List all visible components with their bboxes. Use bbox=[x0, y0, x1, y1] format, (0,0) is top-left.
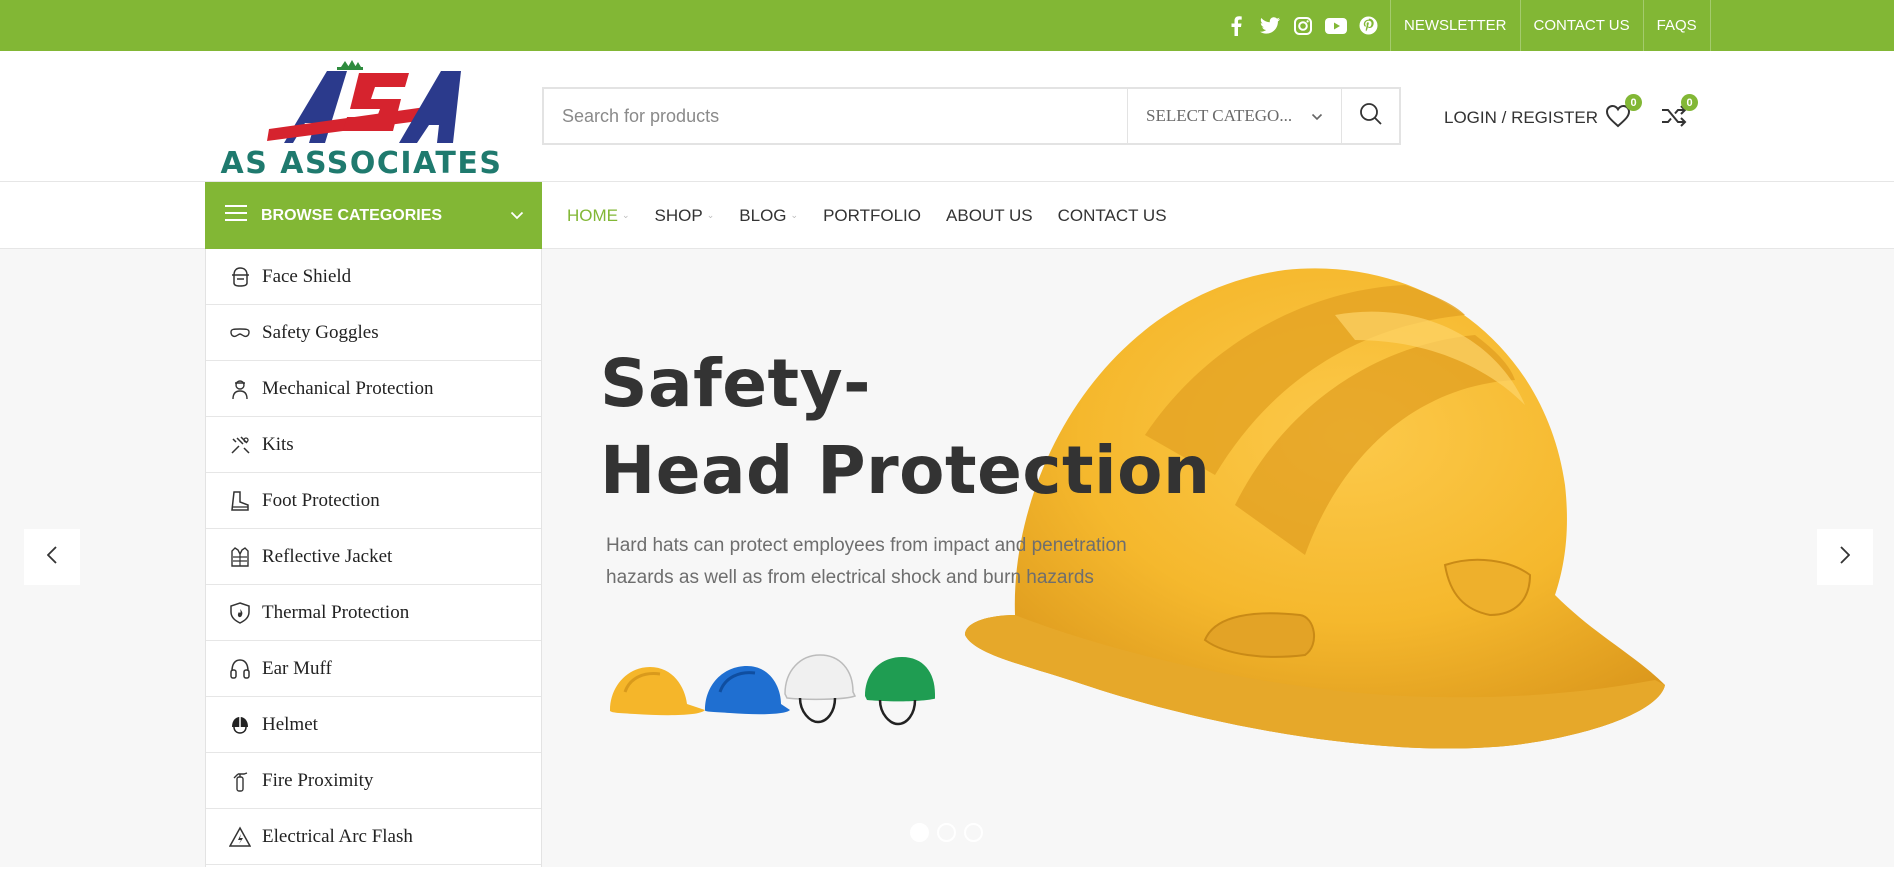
site-header: AS ASSOCIATES SELECT CATEGO... LOGIN / R… bbox=[0, 51, 1894, 182]
category-select-label: SELECT CATEGO... bbox=[1146, 106, 1293, 125]
browse-categories-label: BROWSE CATEGORIES bbox=[261, 206, 443, 224]
pinterest-icon[interactable] bbox=[1357, 14, 1380, 37]
site-logo[interactable]: AS ASSOCIATES bbox=[209, 59, 514, 181]
face-shield-icon bbox=[228, 265, 252, 289]
top-bar: NEWSLETTER CONTACT US FAQS bbox=[0, 0, 1894, 51]
compare-button[interactable]: 0 bbox=[1660, 94, 1698, 134]
category-item-ear-muff[interactable]: Ear Muff bbox=[206, 641, 541, 697]
category-label: Thermal Protection bbox=[262, 601, 410, 623]
slider-prev-button[interactable] bbox=[24, 529, 80, 585]
category-item-face-shield[interactable]: Face Shield bbox=[206, 249, 541, 305]
main-navbar: BROWSE CATEGORIES HOME ⌄ SHOP ⌄ BLOG ⌄ PORT… bbox=[0, 182, 1894, 249]
category-label: Helmet bbox=[262, 713, 318, 735]
logo-name: AS ASSOCIATES bbox=[220, 146, 503, 181]
newsletter-link[interactable]: NEWSLETTER bbox=[1390, 0, 1520, 51]
menu-item-label: ABOUT US bbox=[946, 205, 1033, 225]
login-register-link[interactable]: LOGIN / REGISTER bbox=[1444, 108, 1598, 128]
main-menu: HOME ⌄ SHOP ⌄ BLOG ⌄ PORTFOLIO ABOUT US CON… bbox=[567, 182, 1192, 249]
category-item-helmet[interactable]: Helmet bbox=[206, 697, 541, 753]
category-item-safety-goggles[interactable]: Safety Goggles bbox=[206, 305, 541, 361]
search-bar: SELECT CATEGO... bbox=[542, 87, 1401, 145]
category-item-reflective-jacket[interactable]: Reflective Jacket bbox=[206, 529, 541, 585]
goggles-icon bbox=[228, 321, 252, 345]
menu-item-label: SHOP bbox=[654, 205, 703, 225]
hamburger-icon bbox=[225, 205, 247, 226]
category-label: Reflective Jacket bbox=[262, 545, 393, 567]
slider-dot-2[interactable] bbox=[937, 823, 956, 842]
hero-title-line-1: Safety- bbox=[600, 345, 872, 422]
shuffle-icon bbox=[1660, 105, 1688, 134]
chevron-down-icon bbox=[1311, 106, 1323, 126]
worker-icon bbox=[228, 377, 252, 401]
category-label: Foot Protection bbox=[262, 489, 380, 511]
slider-next-button[interactable] bbox=[1817, 529, 1873, 585]
twitter-icon[interactable] bbox=[1258, 14, 1281, 37]
slider-dot-3[interactable] bbox=[964, 823, 983, 842]
category-item-mechanical-protection[interactable]: Mechanical Protection bbox=[206, 361, 541, 417]
category-label: Ear Muff bbox=[262, 657, 332, 679]
category-item-foot-protection[interactable]: Foot Protection bbox=[206, 473, 541, 529]
wishlist-button[interactable]: 0 bbox=[1604, 94, 1642, 134]
chevron-down-icon: ⌄ bbox=[622, 210, 630, 220]
extinguisher-icon bbox=[228, 769, 252, 793]
chevron-right-icon bbox=[1840, 545, 1851, 569]
search-icon bbox=[1359, 102, 1383, 131]
menu-item-label: PORTFOLIO bbox=[823, 205, 922, 225]
search-button[interactable] bbox=[1341, 89, 1399, 143]
menu-item-contact-us[interactable]: CONTACT US bbox=[1058, 206, 1167, 226]
chevron-down-icon bbox=[510, 207, 524, 225]
category-item-fire-proximity[interactable]: Fire Proximity bbox=[206, 753, 541, 809]
browse-categories-button[interactable]: BROWSE CATEGORIES bbox=[205, 182, 542, 249]
kit-icon bbox=[228, 433, 252, 457]
instagram-icon[interactable] bbox=[1291, 14, 1314, 37]
category-label: Mechanical Protection bbox=[262, 377, 434, 399]
menu-item-portfolio[interactable]: PORTFOLIO bbox=[823, 206, 921, 226]
category-item-electrical-arc-flash[interactable]: Electrical Arc Flash bbox=[206, 809, 541, 865]
youtube-icon[interactable] bbox=[1324, 14, 1347, 37]
category-select[interactable]: SELECT CATEGO... bbox=[1127, 89, 1341, 143]
search-input[interactable] bbox=[544, 89, 1127, 143]
menu-item-label: HOME bbox=[567, 205, 618, 225]
top-links: NEWSLETTER CONTACT US FAQS bbox=[1390, 0, 1711, 51]
category-label: Face Shield bbox=[262, 265, 352, 287]
ear-muff-icon bbox=[228, 657, 252, 681]
menu-item-blog[interactable]: BLOG ⌄ bbox=[739, 206, 798, 226]
chevron-down-icon: ⌄ bbox=[706, 210, 715, 220]
logo-mark-icon bbox=[267, 60, 461, 143]
menu-item-home[interactable]: HOME ⌄ bbox=[567, 206, 630, 226]
facebook-icon[interactable] bbox=[1225, 14, 1248, 37]
category-item-thermal-protection[interactable]: Thermal Protection bbox=[206, 585, 541, 641]
faqs-link[interactable]: FAQS bbox=[1642, 0, 1711, 51]
menu-item-about-us[interactable]: ABOUT US bbox=[946, 206, 1033, 226]
hero-title-line-2: Head Protection bbox=[600, 432, 1211, 509]
social-links bbox=[1225, 0, 1380, 51]
menu-item-shop[interactable]: SHOP ⌄ bbox=[655, 206, 715, 226]
hero-title: Safety- Head Protection bbox=[600, 340, 1210, 514]
jacket-icon bbox=[228, 545, 252, 569]
arc-flash-icon bbox=[228, 825, 252, 849]
boot-icon bbox=[228, 489, 252, 513]
slider-pagination bbox=[910, 823, 983, 842]
category-label: Safety Goggles bbox=[262, 321, 379, 343]
category-sidebar: Face Shield Safety Goggles Mechanical Pr… bbox=[205, 249, 542, 867]
helmet-icon bbox=[228, 713, 252, 737]
page-bottom-strip bbox=[0, 867, 1894, 883]
category-label: Kits bbox=[262, 433, 294, 455]
contact-us-link[interactable]: CONTACT US bbox=[1519, 0, 1643, 51]
chevron-left-icon bbox=[46, 545, 57, 569]
fire-shield-icon bbox=[228, 601, 252, 625]
hero-description: Hard hats can protect employees from imp… bbox=[606, 535, 1127, 588]
menu-item-label: BLOG bbox=[739, 205, 787, 225]
heart-icon bbox=[1604, 104, 1632, 134]
menu-item-label: CONTACT US bbox=[1057, 205, 1167, 225]
helmet-variants-image bbox=[609, 654, 935, 726]
category-label: Electrical Arc Flash bbox=[262, 825, 413, 847]
wishlist-count-badge: 0 bbox=[1625, 94, 1642, 111]
chevron-down-icon: ⌄ bbox=[790, 210, 799, 220]
slider-dot-1[interactable] bbox=[910, 823, 929, 842]
category-item-kits[interactable]: Kits bbox=[206, 417, 541, 473]
compare-count-badge: 0 bbox=[1681, 94, 1698, 111]
category-label: Fire Proximity bbox=[262, 769, 374, 791]
